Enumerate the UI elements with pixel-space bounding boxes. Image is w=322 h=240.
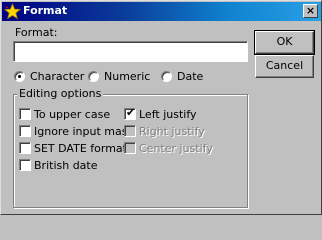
checkbox-label: British date: [34, 159, 98, 172]
checkbox-icon: ✔: [124, 106, 136, 120]
format-dialog: Format × Format: OK Cancel Character Num…: [0, 0, 322, 215]
checkbox-label: Center justify: [139, 142, 213, 155]
radio-button-icon: [88, 71, 99, 82]
radio-button-icon: [161, 71, 172, 82]
checkbox-label: Right justify: [139, 125, 205, 138]
checkbox-icon: [19, 125, 31, 137]
checkbox-icon: [19, 108, 31, 120]
checkbox-icon: [19, 142, 31, 154]
radio-character-label: Character: [30, 70, 85, 83]
cancel-button[interactable]: Cancel: [255, 55, 314, 78]
window-title: Format: [23, 4, 68, 17]
checkbox-icon: [124, 125, 136, 137]
close-icon: ×: [305, 4, 316, 17]
format-input[interactable]: [13, 41, 248, 62]
format-label: Format:: [15, 26, 58, 39]
radio-numeric-label: Numeric: [104, 70, 151, 83]
title-bar[interactable]: Format ×: [2, 2, 321, 21]
star-icon: [4, 3, 21, 20]
radio-date-label: Date: [177, 70, 204, 83]
checkbox-label: To upper case: [34, 108, 111, 121]
checkbox-icon: [124, 142, 136, 154]
checkbox-label: SET DATE format: [34, 142, 127, 155]
ok-button[interactable]: OK: [254, 30, 315, 55]
editing-options-legend: Editing options: [17, 87, 104, 100]
close-button[interactable]: ×: [303, 4, 318, 18]
checkbox-label: Left justify: [139, 108, 197, 121]
checkbox-icon: [19, 159, 31, 171]
checkbox-label: Ignore input mask: [34, 125, 134, 138]
radio-button-icon: [14, 71, 25, 82]
radio-selected-dot: [18, 75, 21, 78]
checkmark-icon: ✔: [126, 106, 136, 119]
